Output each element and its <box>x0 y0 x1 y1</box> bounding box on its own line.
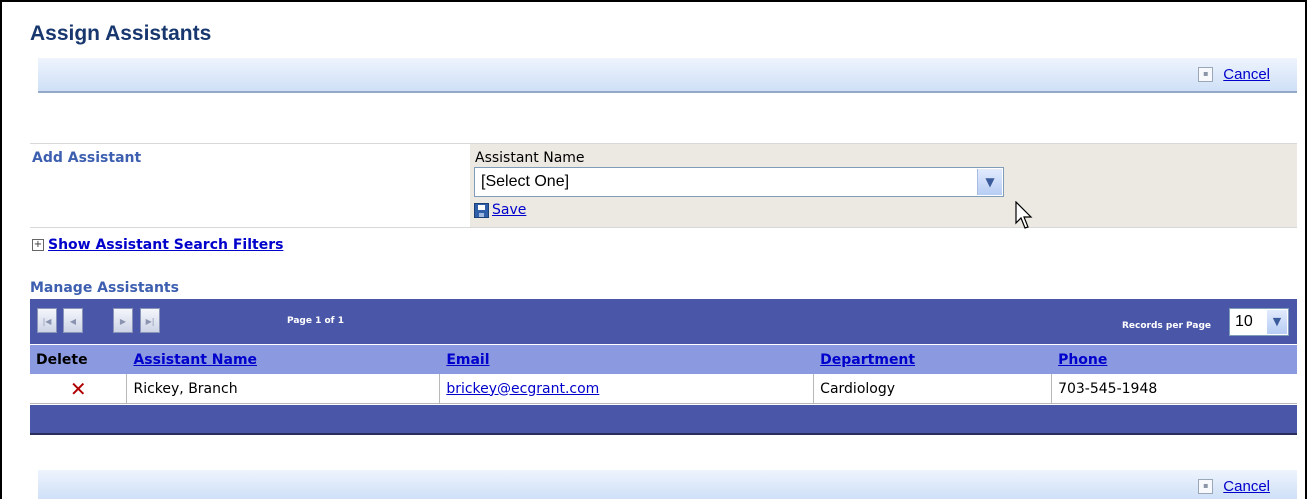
cancel-command-bottom[interactable]: ▪ Cancel <box>1198 478 1270 495</box>
cell-assistant-name: Rickey, Branch <box>126 374 441 404</box>
records-per-page-label: Records per Page <box>1122 321 1212 331</box>
email-link[interactable]: brickey@ecgrant.com <box>446 381 599 397</box>
chevron-down-icon[interactable]: ▼ <box>1267 310 1287 334</box>
next-page-icon[interactable]: ▶ <box>113 308 133 333</box>
first-page-icon[interactable]: |◀ <box>37 308 57 333</box>
grid-footer-bar <box>30 405 1297 435</box>
add-assistant-panel: Assistant Name [Select One] ▼ Save <box>470 144 1297 229</box>
cell-department: Cardiology <box>813 374 1053 404</box>
page-info: Page 1 of 1 <box>287 316 344 326</box>
column-header-assistant-name[interactable]: Assistant Name <box>126 345 441 374</box>
grid-pager: |◀ ◀ ▶ ▶| Page 1 of 1 Records per Page 1… <box>30 299 1297 344</box>
page-title: Assign Assistants <box>30 22 212 45</box>
last-page-icon[interactable]: ▶| <box>140 308 160 333</box>
save-link[interactable]: Save <box>492 202 526 218</box>
show-search-filters-link[interactable]: Show Assistant Search Filters <box>48 237 283 253</box>
manage-assistants-label: Manage Assistants <box>30 280 179 296</box>
cancel-link[interactable]: Cancel <box>1223 478 1270 495</box>
sort-by-email-link[interactable]: Email <box>446 352 489 368</box>
command-bar-top: ▪ Cancel <box>38 58 1297 93</box>
save-command[interactable]: Save <box>474 202 526 218</box>
records-per-page-select[interactable]: 10 ▼ <box>1229 308 1289 336</box>
column-header-phone[interactable]: Phone <box>1051 345 1297 374</box>
cell-email: brickey@ecgrant.com <box>439 374 815 404</box>
plus-box-icon[interactable]: + <box>32 239 44 251</box>
floppy-disk-icon[interactable] <box>474 202 489 218</box>
assistant-name-select-value: [Select One] <box>481 173 570 190</box>
mouse-pointer-icon <box>1015 201 1033 229</box>
column-header-email[interactable]: Email <box>439 345 815 374</box>
prev-page-icon[interactable]: ◀ <box>63 308 83 333</box>
sort-by-phone-link[interactable]: Phone <box>1058 352 1107 368</box>
cancel-command-top[interactable]: ▪ Cancel <box>1198 66 1270 83</box>
cancel-link[interactable]: Cancel <box>1223 66 1270 83</box>
cancel-icon[interactable]: ▪ <box>1198 67 1214 82</box>
column-header-department[interactable]: Department <box>813 345 1053 374</box>
cell-phone: 703-545-1948 <box>1051 374 1297 404</box>
add-assistant-label: Add Assistant <box>32 150 142 166</box>
table-header-row: Delete Assistant Name Email Department P… <box>30 345 1297 374</box>
records-per-page-value: 10 <box>1235 313 1253 330</box>
search-filters-toggle[interactable]: + Show Assistant Search Filters <box>32 237 283 253</box>
command-bar-bottom: ▪ Cancel <box>38 470 1297 499</box>
assistant-name-select[interactable]: [Select One] ▼ <box>474 167 1004 197</box>
assistant-name-label: Assistant Name <box>475 150 585 166</box>
window-frame-left <box>0 0 2 499</box>
table-row: ✕ Rickey, Branch brickey@ecgrant.com Car… <box>30 374 1297 404</box>
add-assistant-section: Add Assistant Assistant Name [Select One… <box>30 143 1297 229</box>
window-frame-top <box>0 0 1307 2</box>
assistants-table: Delete Assistant Name Email Department P… <box>30 345 1297 404</box>
cancel-icon[interactable]: ▪ <box>1198 479 1214 494</box>
chevron-down-icon[interactable]: ▼ <box>977 169 1002 195</box>
column-header-delete: Delete <box>30 345 128 374</box>
delete-row-icon[interactable]: ✕ <box>30 374 128 404</box>
sort-by-department-link[interactable]: Department <box>820 352 915 368</box>
sort-by-name-link[interactable]: Assistant Name <box>133 352 257 368</box>
